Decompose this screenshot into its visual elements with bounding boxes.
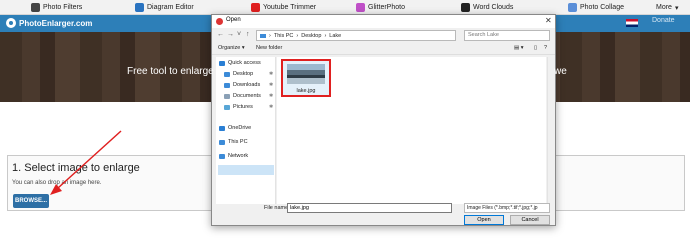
pc-icon: [260, 33, 266, 38]
tool-link-label: Youtube Trimmer: [263, 4, 317, 11]
breadcrumb-sep: ›: [296, 32, 299, 39]
breadcrumb-sep: ›: [324, 32, 327, 39]
filename-input[interactable]: lake.jpg: [287, 203, 452, 213]
logo-text: PhotoEnlarger.com: [19, 18, 93, 28]
nav-label: Documents: [233, 93, 261, 99]
file-type-filter[interactable]: Image Files (*.bmp;*.tif;*.jpg;*.jp: [464, 203, 550, 213]
nav-label: This PC: [228, 139, 248, 145]
pin-icon: ✱: [269, 104, 274, 110]
logo-icon: [6, 18, 16, 28]
view-options-icon[interactable]: ▤ ▾: [514, 45, 524, 51]
nav-item-downloads[interactable]: Downloads: [224, 82, 260, 88]
breadcrumb-desktop[interactable]: Desktop: [301, 33, 321, 39]
address-row: ← → ˅ ↑ › This PC › Desktop › Lake Searc…: [212, 30, 555, 42]
nav-item-onedrive[interactable]: OneDrive: [219, 125, 251, 131]
drop-hint: You can also drop an image here.: [12, 180, 102, 186]
nav-label: OneDrive: [228, 125, 252, 131]
desktop-icon: [224, 71, 230, 77]
site-logo[interactable]: PhotoEnlarger.com: [6, 18, 92, 28]
word-clouds-icon: [461, 3, 470, 12]
tool-link-label: Word Clouds: [473, 4, 514, 11]
file-item-lake[interactable]: lake.jpg: [281, 59, 331, 97]
more-menu[interactable]: More ▾: [656, 2, 678, 13]
forward-arrow-icon[interactable]: →: [227, 31, 234, 38]
up-arrow-icon[interactable]: ↑: [246, 31, 250, 38]
help-icon[interactable]: ?: [544, 45, 547, 51]
pictures-icon: [224, 104, 230, 110]
new-folder-button[interactable]: New folder: [256, 45, 282, 51]
tool-link-label: Photo Collage: [580, 4, 624, 11]
chevron-down-icon: ▾: [674, 4, 679, 12]
file-list: lake.jpg: [277, 57, 546, 204]
search-input[interactable]: Search Lake: [464, 30, 550, 41]
breadcrumb-sep: ›: [269, 32, 271, 39]
open-file-dialog: Open ✕ ← → ˅ ↑ › This PC › Desktop › Lak…: [211, 14, 556, 226]
nav-item-pictures[interactable]: Pictures: [224, 104, 253, 110]
more-label: More: [656, 4, 672, 11]
cancel-button[interactable]: Cancel: [510, 215, 550, 225]
recent-locations-icon[interactable]: ˅: [237, 31, 241, 38]
network-icon: [219, 153, 225, 159]
hero-tagline-tail: we: [554, 66, 567, 77]
dialog-title: Open: [226, 17, 241, 23]
tool-link-diagram-editor[interactable]: Diagram Editor: [135, 2, 194, 13]
filename-label: File name:: [264, 205, 290, 211]
browser-icon: [216, 18, 223, 25]
nav-label: Quick access: [228, 60, 261, 66]
nav-item-this-pc[interactable]: This PC: [219, 139, 248, 145]
tool-link-label: Photo Filters: [43, 4, 83, 11]
nav-item-quick-access[interactable]: Quick access: [219, 60, 261, 66]
this-pc-icon: [219, 139, 225, 145]
tool-link-label: Diagram Editor: [147, 4, 194, 11]
tool-link-label: GlitterPhoto: [368, 4, 405, 11]
site-toolbar: Photo Filters Diagram Editor Youtube Tri…: [0, 0, 690, 15]
tool-link-photo-collage[interactable]: Photo Collage: [568, 2, 624, 13]
preview-pane-icon[interactable]: ▯: [534, 45, 537, 51]
documents-icon: [224, 93, 230, 99]
breadcrumb-lake[interactable]: Lake: [329, 33, 341, 39]
photo-filters-icon: [31, 3, 40, 12]
browse-button[interactable]: BROWSE...: [13, 194, 49, 208]
pin-icon: ✱: [269, 82, 274, 88]
address-bar[interactable]: › This PC › Desktop › Lake: [256, 30, 456, 41]
photo-collage-icon: [568, 3, 577, 12]
language-flag-icon[interactable]: [626, 19, 638, 27]
tool-link-word-clouds[interactable]: Word Clouds: [461, 2, 513, 13]
organize-button[interactable]: Organize ▾: [218, 45, 245, 51]
tool-link-glitterphoto[interactable]: GlitterPhoto: [356, 2, 405, 13]
navigation-pane: Quick access Desktop ✱ Downloads ✱ Docum…: [216, 57, 276, 204]
tool-link-photo-filters[interactable]: Photo Filters: [31, 2, 82, 13]
nav-item-desktop[interactable]: Desktop: [224, 71, 253, 77]
nav-item-network[interactable]: Network: [219, 153, 248, 159]
close-icon[interactable]: ✕: [545, 16, 552, 25]
glitter-icon: [356, 3, 365, 12]
back-arrow-icon[interactable]: ←: [217, 31, 224, 38]
hero-tagline: Free tool to enlarge y: [127, 66, 222, 77]
nav-selection-highlight: [218, 165, 274, 175]
downloads-icon: [224, 82, 230, 88]
nav-label: Desktop: [233, 71, 254, 77]
onedrive-icon: [219, 125, 225, 131]
lake-thumbnail: [287, 64, 325, 84]
file-name-label: lake.jpg: [296, 88, 316, 94]
dialog-titlebar[interactable]: Open ✕: [212, 15, 555, 28]
diagram-editor-icon: [135, 3, 144, 12]
youtube-icon: [251, 3, 260, 12]
open-button[interactable]: Open: [464, 215, 504, 225]
nav-label: Network: [228, 153, 249, 159]
command-bar: Organize ▾ New folder ▤ ▾ ▯ ?: [212, 44, 555, 55]
pin-icon: ✱: [269, 71, 274, 77]
vertical-scrollbar[interactable]: [547, 57, 554, 204]
nav-label: Pictures: [233, 104, 253, 110]
pin-icon: ✱: [269, 93, 274, 99]
tool-link-youtube-trimmer[interactable]: Youtube Trimmer: [251, 2, 316, 13]
nav-item-documents[interactable]: Documents: [224, 93, 261, 99]
star-icon: [219, 60, 225, 66]
donate-button[interactable]: Donate: [652, 17, 675, 24]
breadcrumb-this-pc[interactable]: This PC: [274, 33, 294, 39]
panel-title: 1. Select image to enlarge: [12, 162, 140, 174]
nav-label: Downloads: [233, 82, 261, 88]
